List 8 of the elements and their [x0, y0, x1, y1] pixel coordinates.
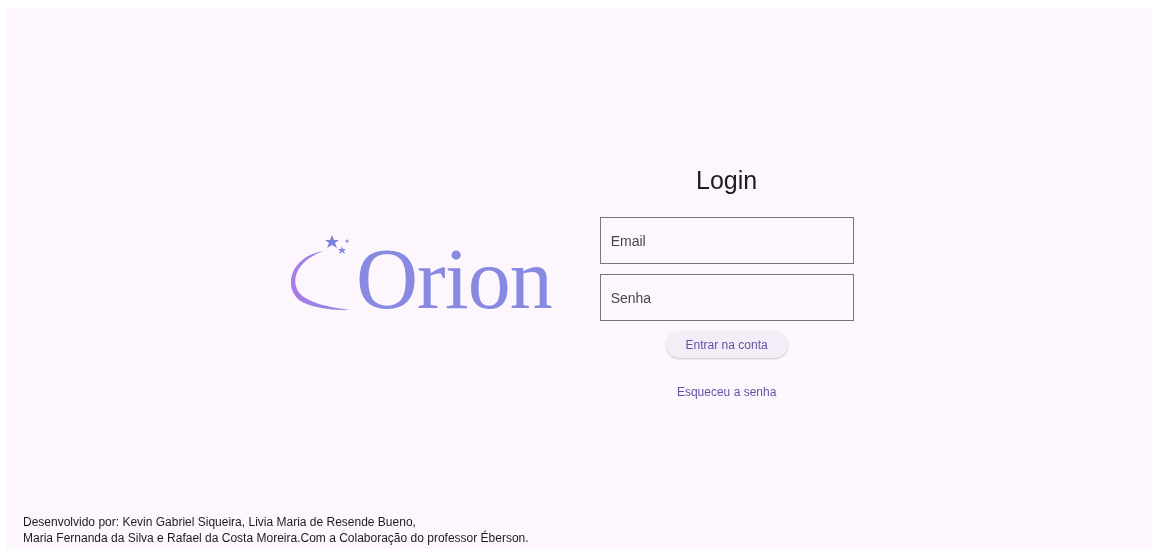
credits-text: Maria Fernanda da Silva e Rafael da Costa Moreira.Com a Colaboração do professor Éberson.	[23, 530, 530, 546]
logo-wordmark: Orion	[356, 239, 552, 319]
input-field[interactable]: Senha	[599, 274, 854, 321]
forgot-password-link[interactable]: Esqueceu a senha	[676, 383, 777, 401]
submit-button[interactable]: Entrar na conta	[665, 331, 788, 358]
login-title: Login	[696, 165, 758, 195]
input-field[interactable]: Email	[599, 217, 854, 264]
credits-text: Desenvolvido por: Kevin Gabriel Siqueira, Livia Maria de Resende Bueno,	[23, 514, 417, 530]
